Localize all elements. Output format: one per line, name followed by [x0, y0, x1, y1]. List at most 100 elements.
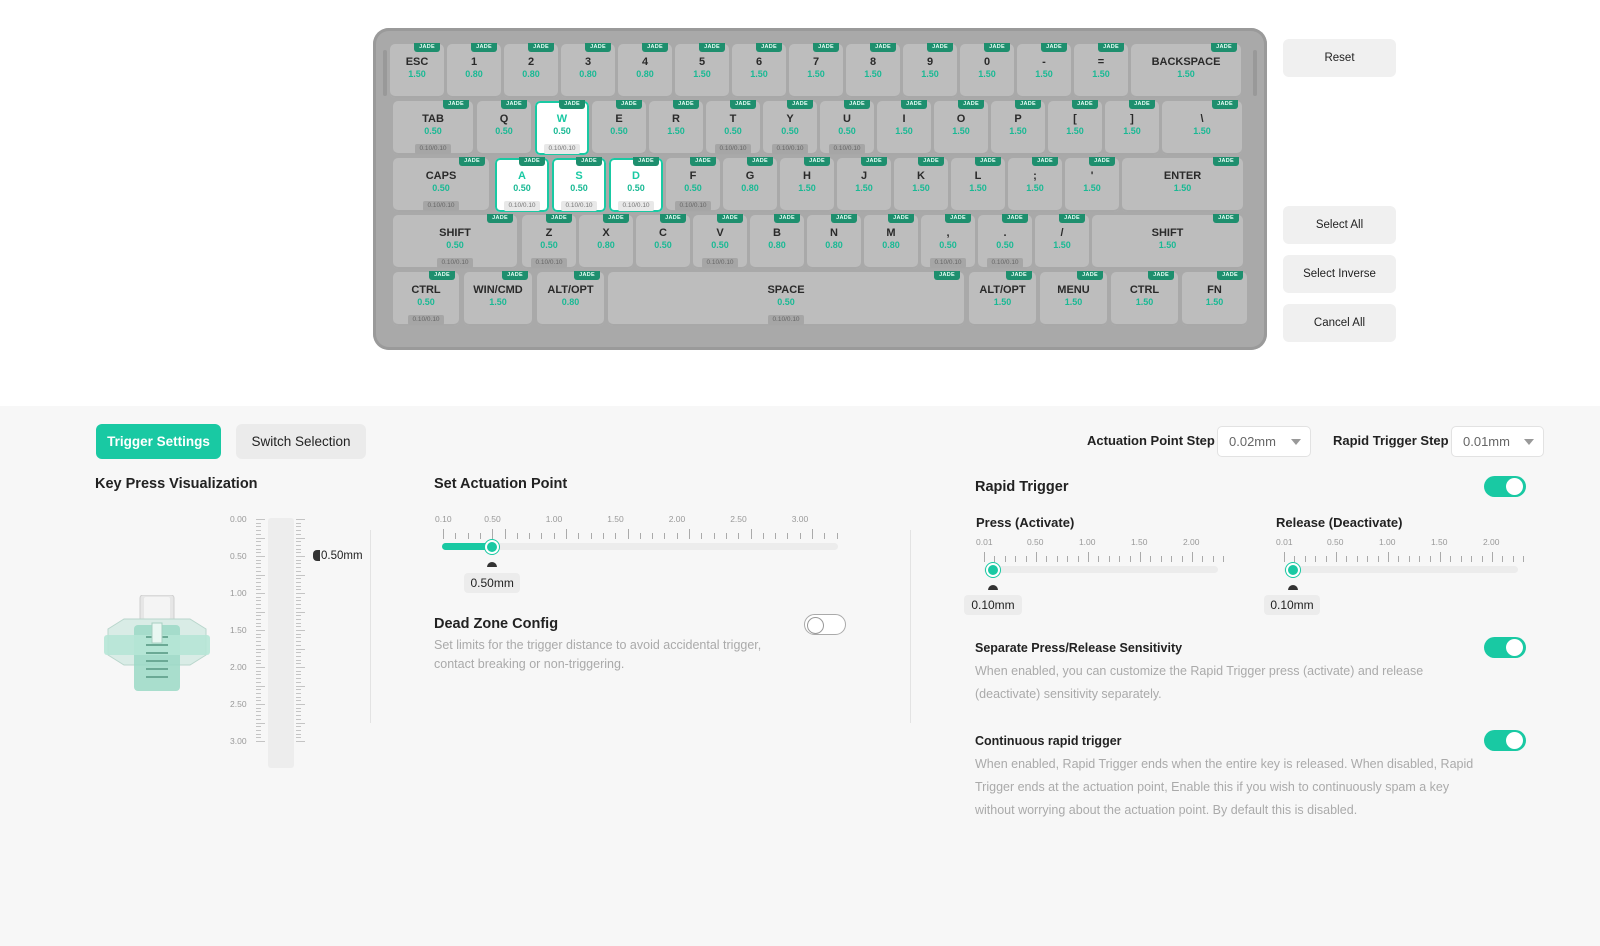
- reset-button[interactable]: Reset: [1283, 39, 1396, 77]
- key-1-5[interactable]: JADE T 0.50 0.10/0.10: [706, 100, 760, 155]
- jade-tag: JADE: [813, 43, 839, 52]
- key-0-7[interactable]: JADE 7 1.50: [789, 43, 843, 98]
- depth-tick: [256, 607, 261, 609]
- select-inverse-button[interactable]: Select Inverse: [1283, 255, 1396, 293]
- select-all-button[interactable]: Select All: [1283, 206, 1396, 244]
- depth-tick: [256, 578, 261, 580]
- key-4-0[interactable]: JADE CTRL 0.50 0.10/0.10: [393, 271, 459, 326]
- key-4-5[interactable]: JADE MENU 1.50: [1040, 271, 1107, 326]
- key-0-11[interactable]: JADE -1.50: [1017, 43, 1071, 98]
- depth-tick: [296, 567, 301, 569]
- tab-switch-selection[interactable]: Switch Selection: [236, 424, 366, 459]
- key-4-4[interactable]: JADE ALT/OPT 1.50: [969, 271, 1036, 326]
- actuation-step-select[interactable]: 0.02mm: [1217, 426, 1311, 457]
- depth-tick: [256, 726, 261, 728]
- key-1-11[interactable]: JADE [1.50: [1048, 100, 1102, 155]
- key-2-8[interactable]: JADE K 1.50: [894, 157, 948, 212]
- press-slider-track[interactable]: [984, 566, 1218, 573]
- key-0-3[interactable]: JADE 3 0.80: [561, 43, 615, 98]
- key-1-13[interactable]: JADE \ 1.50: [1162, 100, 1242, 155]
- continuous-trigger-title: Continuous rapid trigger: [975, 734, 1122, 748]
- jade-tag: JADE: [1217, 271, 1243, 280]
- key-3-4[interactable]: JADE V 0.50 0.10/0.10: [693, 214, 747, 269]
- key-label: A: [518, 170, 526, 182]
- key-3-5[interactable]: JADE B 0.80: [750, 214, 804, 269]
- actuation-slider-track[interactable]: [442, 543, 838, 550]
- key-0-13[interactable]: JADE BACKSPACE 1.50: [1131, 43, 1241, 98]
- key-1-12[interactable]: JADE] 1.50: [1105, 100, 1159, 155]
- key-3-11[interactable]: JADE SHIFT 1.50: [1092, 214, 1243, 269]
- key-3-7[interactable]: JADE M 0.80: [864, 214, 918, 269]
- key-2-4[interactable]: JADE F 0.50 0.10/0.10: [666, 157, 720, 212]
- rapid-tick-label: 2.00: [1482, 537, 1500, 547]
- key-4-6[interactable]: JADE CTRL 1.50: [1111, 271, 1178, 326]
- tab-trigger-settings[interactable]: Trigger Settings: [96, 424, 221, 459]
- depth-tick: [256, 626, 261, 628]
- key-2-6[interactable]: JADE H 1.50: [780, 157, 834, 212]
- actuation-tick: [787, 533, 789, 539]
- rapid-tick: [1450, 556, 1452, 562]
- key-rapid-trigger-value: 0.10/0.10: [618, 201, 654, 211]
- depth-tick: [296, 611, 305, 613]
- key-4-2[interactable]: JADE ALT/OPT 0.80: [537, 271, 604, 326]
- key-0-4[interactable]: JADE 4 0.80: [618, 43, 672, 98]
- key-3-6[interactable]: JADE N 0.80: [807, 214, 861, 269]
- key-1-6[interactable]: JADE Y 0.50 0.10/0.10: [763, 100, 817, 155]
- key-1-9[interactable]: JADE O 1.50: [934, 100, 988, 155]
- key-2-0[interactable]: JADE CAPS 0.50 0.10/0.10: [393, 157, 489, 212]
- key-2-9[interactable]: JADE L 1.50: [951, 157, 1005, 212]
- key-0-9[interactable]: JADE 9 1.50: [903, 43, 957, 98]
- key-0-2[interactable]: JADE 2 0.80: [504, 43, 558, 98]
- key-1-3[interactable]: JADE E 0.50: [592, 100, 646, 155]
- deadzone-toggle[interactable]: [804, 614, 846, 635]
- key-3-3[interactable]: JADE C 0.50: [636, 214, 690, 269]
- depth-tick: [256, 689, 261, 691]
- key-0-8[interactable]: JADE 8 1.50: [846, 43, 900, 98]
- actuation-tick: [529, 533, 531, 539]
- rapid-tick: [1119, 556, 1121, 562]
- key-1-1[interactable]: JADE Q 0.50: [477, 100, 531, 155]
- key-2-12[interactable]: JADE ENTER 1.50: [1122, 157, 1243, 212]
- release-slider-track[interactable]: [1284, 566, 1518, 573]
- key-0-5[interactable]: JADE 5 1.50: [675, 43, 729, 98]
- key-1-7[interactable]: JADE U 0.50 0.10/0.10: [820, 100, 874, 155]
- continuous-trigger-toggle[interactable]: [1484, 730, 1526, 751]
- key-1-0[interactable]: JADE TAB 0.50 0.10/0.10: [393, 100, 473, 155]
- key-4-7[interactable]: JADE FN 1.50: [1182, 271, 1247, 326]
- key-0-0[interactable]: JADE ESC 1.50: [390, 43, 444, 98]
- key-0-6[interactable]: JADE 6 1.50: [732, 43, 786, 98]
- depth-tick: [256, 633, 261, 635]
- separate-sensitivity-toggle[interactable]: [1484, 637, 1526, 658]
- key-3-8[interactable]: JADE, 0.50 0.10/0.10: [921, 214, 975, 269]
- depth-tick: [296, 652, 301, 654]
- cancel-all-button[interactable]: Cancel All: [1283, 304, 1396, 342]
- actuation-value: 0.50mm: [464, 573, 521, 593]
- rapid-step-select[interactable]: 0.01mm: [1451, 426, 1544, 457]
- key-2-5[interactable]: JADE G 0.80: [723, 157, 777, 212]
- depth-tick: [256, 537, 265, 539]
- key-4-1[interactable]: JADE WIN/CMD 1.50: [464, 271, 532, 326]
- key-1-2[interactable]: JADE W 0.50 0.10/0.10: [535, 100, 589, 155]
- key-4-3[interactable]: JADE SPACE 0.50 0.10/0.10: [608, 271, 964, 326]
- key-3-1[interactable]: JADE Z 0.50 0.10/0.10: [522, 214, 576, 269]
- key-1-4[interactable]: JADE R 1.50: [649, 100, 703, 155]
- key-0-1[interactable]: JADE 1 0.80: [447, 43, 501, 98]
- key-3-0[interactable]: JADE SHIFT 0.50 0.10/0.10: [393, 214, 517, 269]
- key-0-10[interactable]: JADE 0 1.50: [960, 43, 1014, 98]
- key-2-11[interactable]: JADE ' 1.50: [1065, 157, 1119, 212]
- key-3-9[interactable]: JADE. 0.50 0.10/0.10: [978, 214, 1032, 269]
- key-1-10[interactable]: JADE P 1.50: [991, 100, 1045, 155]
- key-3-10[interactable]: JADE /1.50: [1035, 214, 1089, 269]
- key-1-8[interactable]: JADE I 1.50: [877, 100, 931, 155]
- key-2-1[interactable]: JADE A 0.50 0.10/0.10: [495, 157, 549, 212]
- depth-tick: [256, 644, 261, 646]
- rapid-trigger-toggle[interactable]: [1484, 476, 1526, 497]
- deadzone-desc-line2: contact breaking or non-triggering.: [434, 657, 625, 671]
- key-2-3[interactable]: JADE D 0.50 0.10/0.10: [609, 157, 663, 212]
- key-2-2[interactable]: JADE S 0.50 0.10/0.10: [552, 157, 606, 212]
- key-2-10[interactable]: JADE; 1.50: [1008, 157, 1062, 212]
- key-0-12[interactable]: JADE = 1.50: [1074, 43, 1128, 98]
- continuous-description: When enabled, Rapid Trigger ends when th…: [975, 753, 1473, 822]
- key-2-7[interactable]: JADE J 1.50: [837, 157, 891, 212]
- key-3-2[interactable]: JADE X 0.80: [579, 214, 633, 269]
